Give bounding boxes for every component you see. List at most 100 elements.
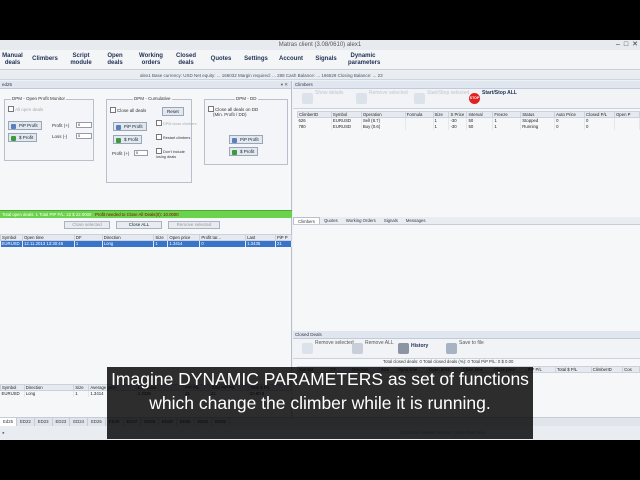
column-header[interactable]: ClimberID: [590, 366, 624, 373]
menu-open-deals[interactable]: Open deals: [97, 53, 133, 66]
menu-signals[interactable]: Signals: [309, 56, 343, 63]
menu-closed-deals[interactable]: Closed deals: [169, 53, 203, 66]
cell-symbol: EURUSD: [331, 123, 362, 130]
loss-label: Loss (-): [52, 134, 68, 139]
tab-working-orders[interactable]: Working Orders: [342, 217, 380, 224]
remove-selected-button[interactable]: Remove selected: [168, 221, 220, 229]
climbers-toolbar: Show details Remove selected Start/Stop …: [293, 89, 640, 109]
restart-climbers-checkbox[interactable]: Restart climbers: [156, 134, 190, 140]
tab-climbers[interactable]: Climbers: [293, 217, 320, 224]
table-row[interactable]: EURUSD 12.11.2013 13:30:46 1 Long 1 1.34…: [0, 240, 293, 247]
cell-size: 1: [433, 123, 450, 130]
remove-selected-climbers-button[interactable]: Remove selected: [355, 90, 408, 107]
cell-open-pl: [614, 123, 640, 130]
cumulative-profit-input[interactable]: 0: [134, 150, 148, 156]
dollar-icon: [11, 135, 16, 141]
title-bar: Matras client (3.08/0610) alex1 – □ ✕: [0, 40, 640, 50]
dollar-profit-button[interactable]: $ Profit: [8, 133, 38, 142]
remove-selected-closed-button[interactable]: Remove selected: [301, 340, 354, 357]
cell-pip: 21: [275, 240, 293, 247]
menu-quotes[interactable]: Quotes: [203, 56, 239, 63]
close-selected-button[interactable]: Close selected: [64, 221, 110, 229]
remove-all-closed-button[interactable]: Remove ALL: [351, 340, 394, 357]
close-all-button[interactable]: Close ALL: [116, 221, 162, 229]
cell-climber-id: 780: [297, 123, 332, 130]
start-stop-all-button[interactable]: STOP Start/Stop ALL: [468, 90, 517, 107]
cell-symbol: EURUSD: [0, 390, 25, 397]
menu-script-module[interactable]: Script module: [65, 53, 97, 66]
tab-quotes[interactable]: Quotes: [320, 217, 342, 224]
tab-messages[interactable]: Messages: [402, 217, 430, 224]
climbers-table: ClimberID Symbol Operation Formula Size …: [297, 111, 640, 130]
pip-profit-button[interactable]: PiP Profit: [8, 121, 42, 130]
closed-deals-title: Closed Deals: [295, 332, 322, 337]
cumulative-pip-profit-button[interactable]: PiP Profit: [113, 122, 147, 131]
dd-dollar-profit-button[interactable]: $ Profit: [229, 147, 259, 156]
close-all-deals-checkbox[interactable]: Close all deals: [110, 107, 146, 113]
window-title: Matras client (3.08/0610) alex1: [278, 42, 362, 48]
remove-icon: [302, 343, 313, 354]
cumulative-profit-label: Profit (+): [112, 151, 130, 156]
column-header[interactable]: Total $ P/L: [555, 366, 592, 373]
menu-settings[interactable]: Settings: [239, 56, 273, 63]
loss-input[interactable]: 0: [76, 133, 92, 139]
cumulative-dollar-profit-button[interactable]: $ Profit: [113, 135, 143, 144]
closed-deals-toolbar: Remove selected Remove ALL History Save …: [293, 339, 640, 359]
tab-account[interactable]: ED22: [17, 418, 35, 426]
table-row[interactable]: 626 EURUSD Sell (8.7) 1 -30 50 1 Stopped…: [297, 117, 640, 124]
profit-input[interactable]: 0: [76, 122, 92, 128]
tab-account[interactable]: ED24: [70, 418, 89, 426]
menu-working-orders[interactable]: Working orders: [133, 53, 169, 66]
cell-s-price: -30: [448, 123, 468, 130]
cell-closed-pl: 0: [584, 123, 615, 130]
start-stop-icon: [414, 93, 425, 104]
tab-account[interactable]: ED23: [35, 418, 53, 426]
close-icon[interactable]: ▾ ✕: [281, 81, 288, 89]
tab-account[interactable]: ED23: [53, 418, 71, 426]
profit-label: Profit (+): [52, 123, 70, 128]
pip-icon: [232, 137, 237, 143]
close-window-button[interactable]: ✕: [632, 41, 638, 49]
reset-button[interactable]: Reset: [162, 107, 184, 116]
cell-symbol: EURUSD: [0, 240, 23, 247]
dd-group: DPM - DD Close all deals on DD (Min. Pro…: [204, 96, 288, 165]
closed-deals-header: Closed Deals: [293, 331, 640, 339]
stop-sign-icon: STOP: [469, 93, 480, 104]
cell-freeze: 1: [492, 123, 522, 130]
history-icon: [398, 343, 409, 354]
main-menu: Manual deals Climbers Script module Open…: [0, 50, 640, 70]
cell-direction: Long: [24, 390, 75, 397]
tab-account[interactable]: ED25: [88, 418, 106, 426]
panel-title: ed25: [2, 82, 13, 87]
cell-direction: Long: [102, 240, 155, 247]
exclude-losing-deals-checkbox[interactable]: Don't include losing deals: [156, 148, 190, 159]
climbers-tabs: Climbers Quotes Working Orders Signals M…: [293, 217, 640, 225]
cell-open-price: 1.3414: [167, 240, 201, 247]
column-header[interactable]: Cos: [622, 366, 640, 373]
history-button[interactable]: History: [397, 341, 439, 357]
table-row[interactable]: 780 EURUSD Buy (0.6) 1 -30 50 1 Running …: [297, 123, 640, 130]
menu-climbers[interactable]: Climbers: [25, 56, 65, 63]
maximize-button[interactable]: □: [624, 41, 628, 49]
menu-dynamic-parameters[interactable]: Dynamic parameters: [343, 53, 383, 66]
tab-account[interactable]: Ed25: [0, 418, 18, 426]
column-header[interactable]: S Price: [448, 111, 468, 118]
start-stop-selected-button[interactable]: Start/Stop selected: [413, 90, 469, 107]
tab-signals[interactable]: Signals: [380, 217, 402, 224]
panel-header: ed25 ▾ ✕: [0, 81, 291, 89]
profit-needed-text: Profit needed to Close All Deals(0): 10.…: [95, 212, 179, 217]
deal-action-buttons: Close selected Close ALL Remove selected: [0, 221, 292, 231]
all-open-deals-checkbox[interactable]: All open deals: [8, 106, 43, 112]
closed-deals-summary: Total closed deals: 0 Total closed deals…: [383, 359, 514, 364]
minimize-button[interactable]: –: [616, 41, 620, 49]
climbers-header: Climbers: [293, 81, 640, 89]
cell-last: 1.3435: [245, 240, 276, 247]
menu-manual-deals[interactable]: Manual deals: [0, 53, 25, 66]
group-title: DPM - Open Profit Monitor: [11, 96, 67, 101]
save-to-file-button[interactable]: Save to file: [445, 340, 485, 357]
show-details-button[interactable]: Show details: [301, 90, 343, 107]
dpm-close-climbers-checkbox[interactable]: DPM close climbers: [156, 120, 197, 126]
group-title: DPM - DD: [235, 96, 258, 101]
dd-pip-profit-button[interactable]: PiP Profit: [229, 135, 263, 144]
menu-account[interactable]: Account: [273, 56, 309, 63]
